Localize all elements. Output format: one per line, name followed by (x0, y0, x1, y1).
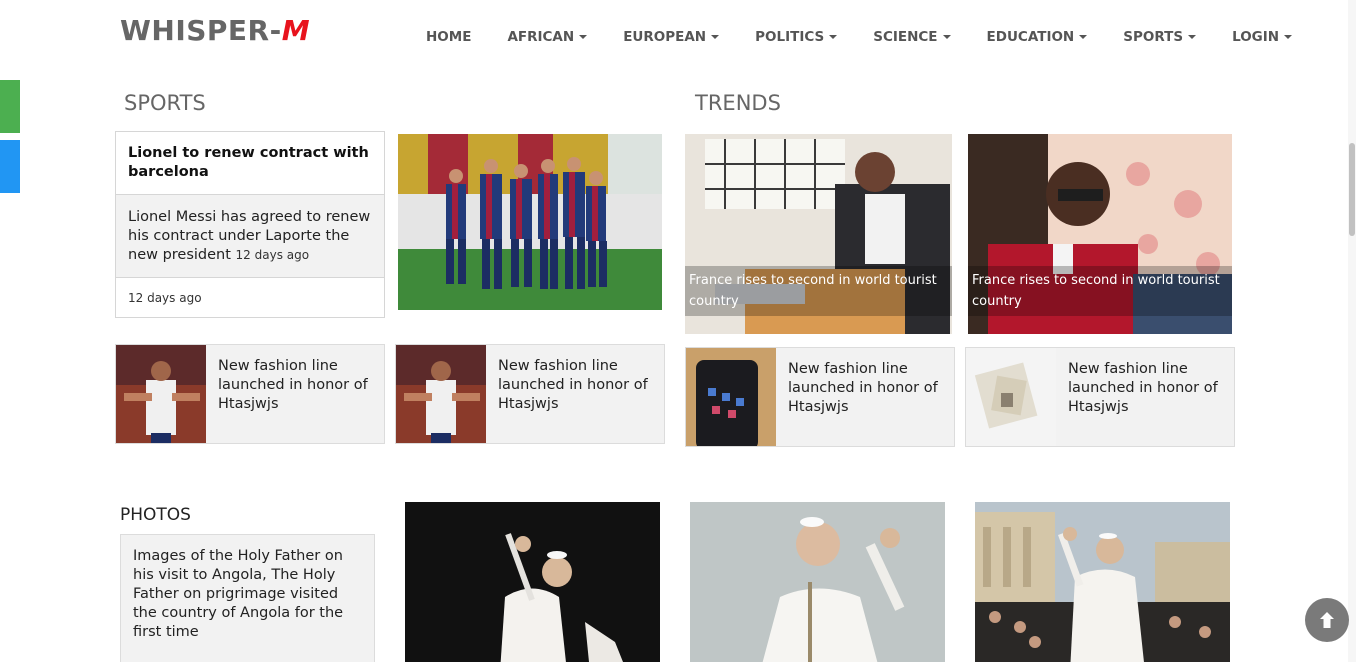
trends-card-caption: France rises to second in world tourist … (968, 266, 1232, 316)
list-item-title[interactable]: New fashion line launched in honor of Ht… (1056, 348, 1234, 446)
nav-politics-label: POLITICS (755, 29, 825, 45)
side-share-tab-green[interactable] (0, 80, 20, 133)
list-thumbnail (396, 345, 486, 443)
chevron-down-icon (1079, 35, 1088, 39)
trends-section-title: TRENDS (695, 91, 781, 115)
scrollbar-thumb[interactable] (1349, 143, 1355, 236)
sports-section-title: SPORTS (124, 91, 206, 115)
nav-home-label: HOME (426, 29, 472, 45)
nav-sports-label: SPORTS (1123, 29, 1184, 45)
trends-list-item[interactable]: New fashion line launched in honor of Ht… (685, 347, 955, 447)
sports-list-item[interactable]: New fashion line launched in honor of Ht… (395, 344, 665, 444)
arrow-up-icon (1320, 612, 1334, 628)
feature-summary: Lionel Messi has agreed to renew his con… (116, 195, 384, 278)
side-share-tab-blue[interactable] (0, 140, 20, 193)
nav-login-label: LOGIN (1232, 29, 1280, 45)
list-thumbnail (966, 348, 1056, 446)
feature-headline[interactable]: Lionel to renew contract with barcelona (116, 132, 384, 195)
nav-european-label: EUROPEAN (623, 29, 707, 45)
nav-science-label: SCIENCE (873, 29, 938, 45)
trends-card[interactable]: France rises to second in world tourist … (685, 134, 952, 334)
nav-african[interactable]: AFRICAN (507, 29, 588, 45)
chevron-down-icon (829, 35, 838, 39)
trends-list-item[interactable]: New fashion line launched in honor of Ht… (965, 347, 1235, 447)
nav-politics[interactable]: POLITICS (755, 29, 838, 45)
photo-gallery-item[interactable] (405, 502, 660, 662)
trends-card-caption: France rises to second in world tourist … (685, 266, 952, 316)
nav-login[interactable]: LOGIN (1232, 29, 1293, 45)
feature-timestamp: 12 days ago (128, 291, 202, 305)
main-nav: HOME AFRICAN EUROPEAN POLITICS SCIENCE E… (426, 29, 1293, 45)
sports-list-item[interactable]: New fashion line launched in honor of Ht… (115, 344, 385, 444)
nav-science[interactable]: SCIENCE (873, 29, 951, 45)
nav-sports[interactable]: SPORTS (1123, 29, 1197, 45)
photos-description: Images of the Holy Father on his visit t… (120, 534, 375, 662)
chevron-down-icon (942, 35, 951, 39)
chevron-down-icon (1284, 35, 1293, 39)
photo-gallery-item[interactable] (975, 502, 1230, 662)
sports-feature-card[interactable]: Lionel to renew contract with barcelona … (115, 131, 385, 318)
photos-section-title: PHOTOS (120, 505, 191, 525)
chevron-down-icon (1188, 35, 1197, 39)
nav-education[interactable]: EDUCATION (987, 29, 1088, 45)
logo-text: WHISPER- (120, 14, 282, 47)
nav-european[interactable]: EUROPEAN (623, 29, 720, 45)
trends-card[interactable]: France rises to second in world tourist … (968, 134, 1232, 334)
site-logo[interactable]: WHISPER-M (120, 14, 310, 47)
logo-mark: M (281, 14, 311, 47)
nav-african-label: AFRICAN (507, 29, 575, 45)
list-item-title[interactable]: New fashion line launched in honor of Ht… (206, 345, 384, 443)
chevron-down-icon (579, 35, 588, 39)
nav-education-label: EDUCATION (986, 29, 1075, 45)
feature-summary-time: 12 days ago (235, 248, 310, 262)
nav-home[interactable]: HOME (426, 29, 471, 45)
sports-feature-image[interactable] (398, 134, 662, 310)
chevron-down-icon (711, 35, 720, 39)
list-item-title[interactable]: New fashion line launched in honor of Ht… (486, 345, 664, 443)
page-scrollbar[interactable] (1348, 0, 1356, 662)
back-to-top-button[interactable] (1305, 598, 1349, 642)
list-thumbnail (686, 348, 776, 446)
photo-gallery-item[interactable] (690, 502, 945, 662)
list-item-title[interactable]: New fashion line launched in honor of Ht… (776, 348, 954, 446)
list-thumbnail (116, 345, 206, 443)
